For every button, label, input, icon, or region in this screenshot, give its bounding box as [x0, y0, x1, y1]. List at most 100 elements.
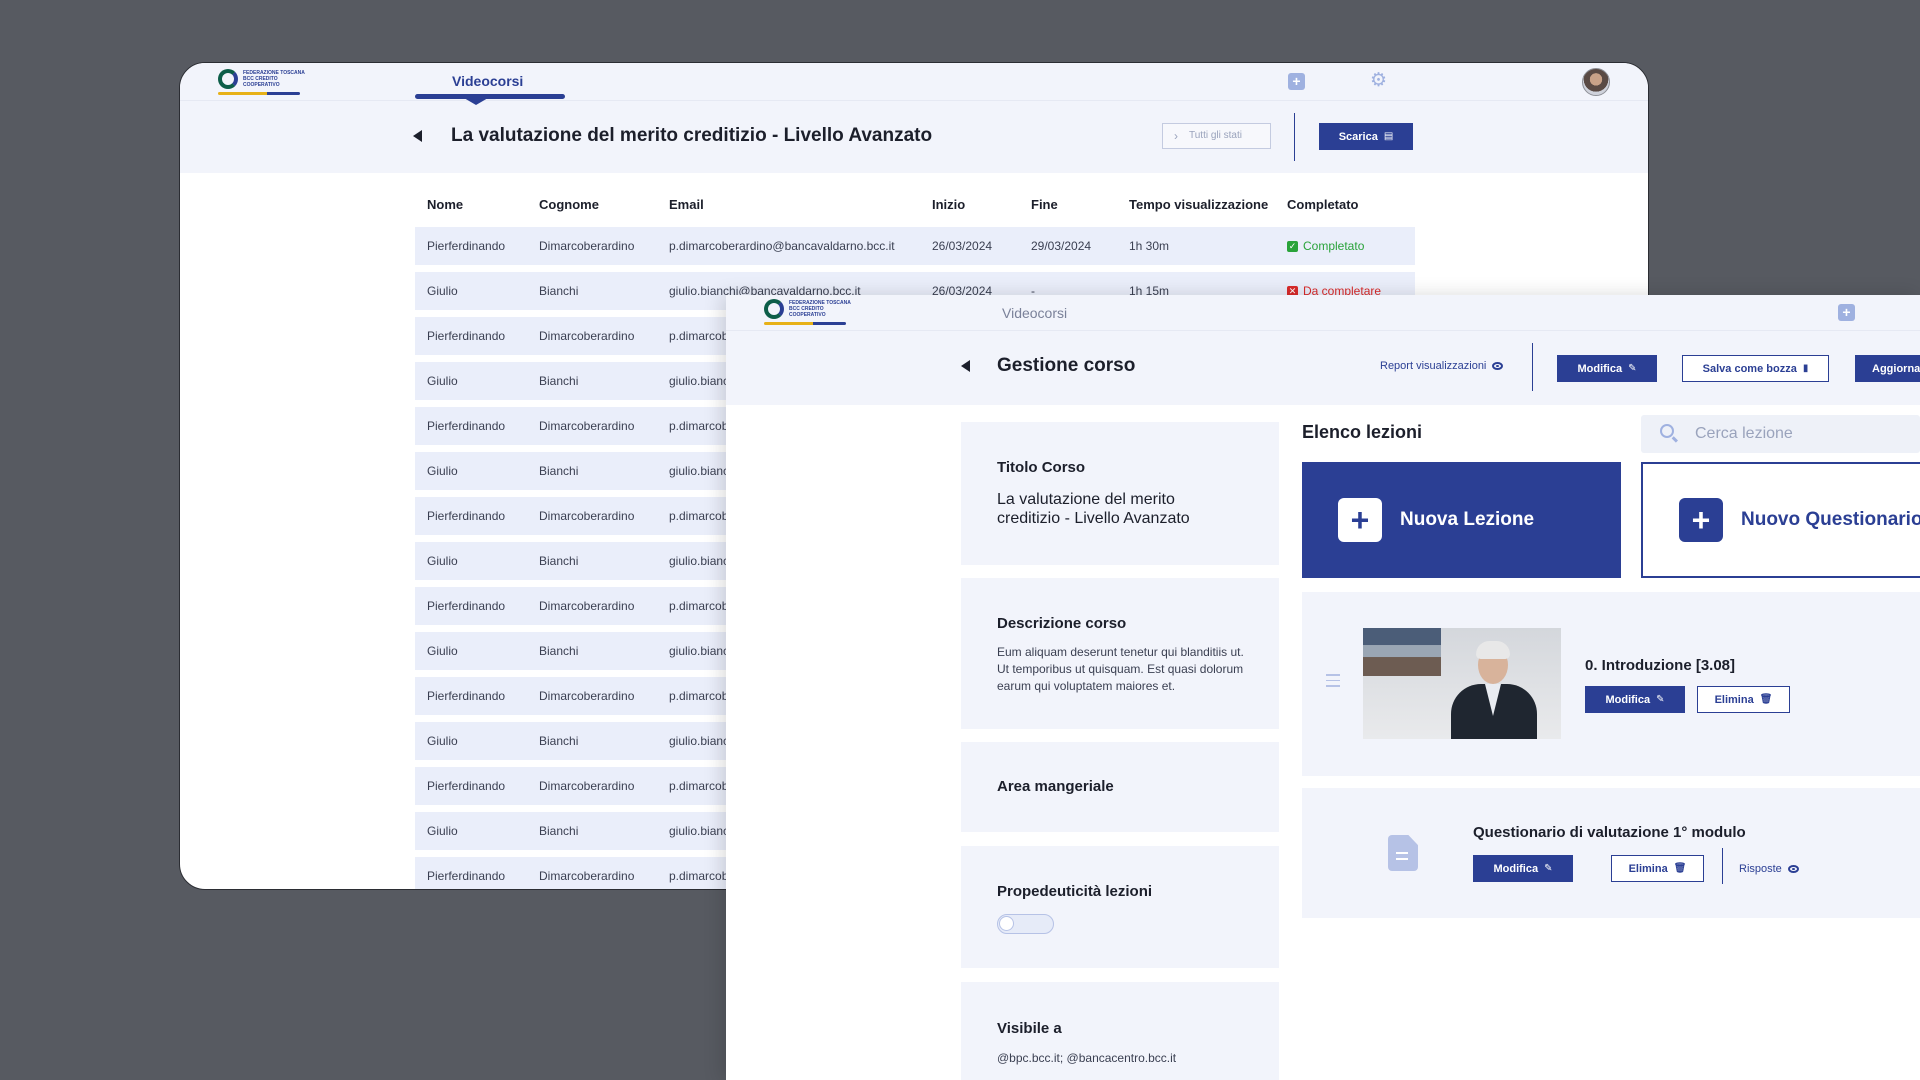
eye-icon: [1492, 362, 1504, 370]
new-quiz-label: Nuovo Questionario: [1741, 509, 1920, 530]
reports-header: FEDERAZIONE TOSCANA BCC CREDITO COOPERAT…: [180, 63, 1648, 173]
search-input[interactable]: [1695, 415, 1920, 453]
course-description-card[interactable]: Descrizione corso Eum aliquam deserunt t…: [961, 578, 1279, 729]
status-filter-select[interactable]: › Tutti gli stati: [1162, 123, 1271, 149]
update-label: Aggiorna: [1872, 362, 1920, 375]
cell-cognome: Dimarcoberardino: [539, 779, 635, 793]
col-completato: Completato: [1287, 197, 1359, 212]
cell-email: p.dimarcob: [669, 509, 729, 523]
course-title-label: Titolo Corso: [997, 459, 1086, 476]
edit-course-button[interactable]: Modifica ✎: [1557, 355, 1657, 382]
cell-nome: Giulio: [427, 554, 458, 568]
new-lesson-label: Nuova Lezione: [1400, 509, 1535, 530]
tab-active-caret: [464, 98, 488, 105]
quiz-answers-link[interactable]: Risposte: [1739, 863, 1799, 875]
table-header: Nome Cognome Email Inizio Fine Tempo vis…: [427, 197, 1427, 217]
cell-nome: Pierferdinando: [427, 779, 506, 793]
quiz-edit-label: Modifica: [1493, 862, 1539, 875]
cell-cognome: Dimarcoberardino: [539, 869, 635, 883]
quiz-delete-button[interactable]: Elimina 🗑: [1611, 855, 1704, 882]
area-card[interactable]: Area mangeriale: [961, 742, 1279, 832]
quiz-card[interactable]: Questionario di valutazione 1° modulo Mo…: [1302, 788, 1920, 918]
new-quiz-button[interactable]: + Nuovo Questionario: [1641, 462, 1920, 578]
cell-cognome: Bianchi: [539, 374, 579, 388]
visibility-card[interactable]: Visibile a @bpc.bcc.it; @bancacentro.bcc…: [961, 982, 1279, 1080]
back-arrow-icon[interactable]: [413, 130, 422, 142]
thumbnail-hair: [1476, 641, 1510, 659]
prerequisites-toggle[interactable]: [997, 914, 1054, 934]
status-filter-value: Tutti gli stati: [1189, 130, 1242, 141]
cell-cognome: Bianchi: [539, 644, 579, 658]
lesson-search[interactable]: [1641, 415, 1920, 453]
col-fine: Fine: [1031, 197, 1058, 212]
download-label: Scarica: [1338, 130, 1378, 143]
update-button[interactable]: Aggiorna: [1855, 355, 1920, 382]
quiz-answers-label: Risposte: [1739, 863, 1782, 875]
table-row[interactable]: Pierferdinando Dimarcoberardino p.dimarc…: [415, 227, 1415, 265]
drag-handle-icon[interactable]: [1326, 674, 1340, 691]
cell-cognome: Bianchi: [539, 554, 579, 568]
check-icon: ✓: [1287, 240, 1298, 252]
header-divider: [1532, 343, 1533, 391]
cell-tempo: 1h 30m: [1129, 239, 1170, 253]
cell-email: p.dimarcob: [669, 329, 729, 343]
logo-swoosh: [218, 92, 300, 95]
new-lesson-button[interactable]: + Nuova Lezione: [1302, 462, 1621, 578]
cell-nome: Giulio: [427, 464, 458, 478]
cell-email: giulio.bianc: [669, 824, 730, 838]
document-icon: [1388, 835, 1418, 871]
col-email: Email: [669, 197, 704, 212]
logo-text: FEDERAZIONE TOSCANA BCC CREDITO COOPERAT…: [243, 70, 305, 88]
save-draft-button[interactable]: Salva come bozza ▮: [1682, 355, 1829, 382]
report-link[interactable]: Report visualizzazioni: [1380, 360, 1504, 372]
area-label: Area mangeriale: [997, 778, 1114, 795]
avatar[interactable]: [1582, 68, 1610, 96]
logo-mark: [764, 299, 784, 319]
cell-email: p.dimarcob: [669, 869, 729, 883]
plus-icon[interactable]: +: [1838, 304, 1855, 321]
bcc-logo: FEDERAZIONE TOSCANA BCC CREDITO COOPERAT…: [764, 299, 851, 325]
page-title: Gestione corso: [997, 355, 1136, 376]
lesson-delete-button[interactable]: Elimina 🗑: [1697, 686, 1790, 713]
cell-nome: Giulio: [427, 374, 458, 388]
search-icon: [1660, 424, 1674, 438]
status-text: Completato: [1303, 239, 1365, 253]
cell-nome: Pierferdinando: [427, 599, 506, 613]
cell-nome: Pierferdinando: [427, 419, 506, 433]
course-title-card[interactable]: Titolo Corso La valutazione del merito c…: [961, 422, 1279, 565]
lesson-title: 0. Introduzione [3.08]: [1585, 657, 1736, 674]
trash-icon: 🗑: [1759, 693, 1773, 705]
edit-icon: ✎: [1544, 862, 1553, 874]
top-nav-bar: FEDERAZIONE TOSCANA BCC CREDITO COOPERAT…: [726, 295, 1920, 331]
report-link-label: Report visualizzazioni: [1380, 360, 1487, 372]
toggle-knob: [999, 916, 1014, 931]
download-button[interactable]: Scarica ▤: [1319, 123, 1413, 150]
cell-email: giulio.bianc: [669, 644, 730, 658]
back-arrow-icon[interactable]: [961, 360, 970, 372]
course-editor-window: FEDERAZIONE TOSCANA BCC CREDITO COOPERAT…: [726, 295, 1920, 1080]
status-badge: ✓ Completato: [1287, 239, 1364, 253]
cell-nome: Pierferdinando: [427, 239, 506, 253]
edit-icon: ✎: [1656, 693, 1665, 705]
cell-inizio: 26/03/2024: [932, 239, 993, 253]
download-icon: ▤: [1383, 130, 1394, 142]
cell-email: giulio.bianc: [669, 374, 730, 388]
cell-nome: Pierferdinando: [427, 329, 506, 343]
plus-icon[interactable]: +: [1288, 73, 1305, 90]
plus-icon: +: [1679, 498, 1723, 542]
tab-videocorsi[interactable]: Videocorsi: [452, 73, 523, 89]
cell-nome: Pierferdinando: [427, 869, 506, 883]
tab-videocorsi[interactable]: Videocorsi: [1002, 305, 1067, 321]
lesson-thumbnail[interactable]: [1363, 628, 1561, 739]
lesson-card[interactable]: 0. Introduzione [3.08] Modifica ✎ Elimin…: [1302, 592, 1920, 776]
gear-icon[interactable]: ⚙: [1370, 71, 1387, 91]
cell-cognome: Bianchi: [539, 284, 579, 298]
edit-label: Modifica: [1577, 362, 1623, 375]
cell-fine: 29/03/2024: [1031, 239, 1092, 253]
lesson-edit-button[interactable]: Modifica ✎: [1585, 686, 1685, 713]
quiz-edit-button[interactable]: Modifica ✎: [1473, 855, 1573, 882]
eye-icon: [1787, 865, 1799, 873]
visibility-value: @bpc.bcc.it; @bancacentro.bcc.it: [997, 1051, 1177, 1065]
cell-nome: Pierferdinando: [427, 509, 506, 523]
cell-cognome: Dimarcoberardino: [539, 509, 635, 523]
